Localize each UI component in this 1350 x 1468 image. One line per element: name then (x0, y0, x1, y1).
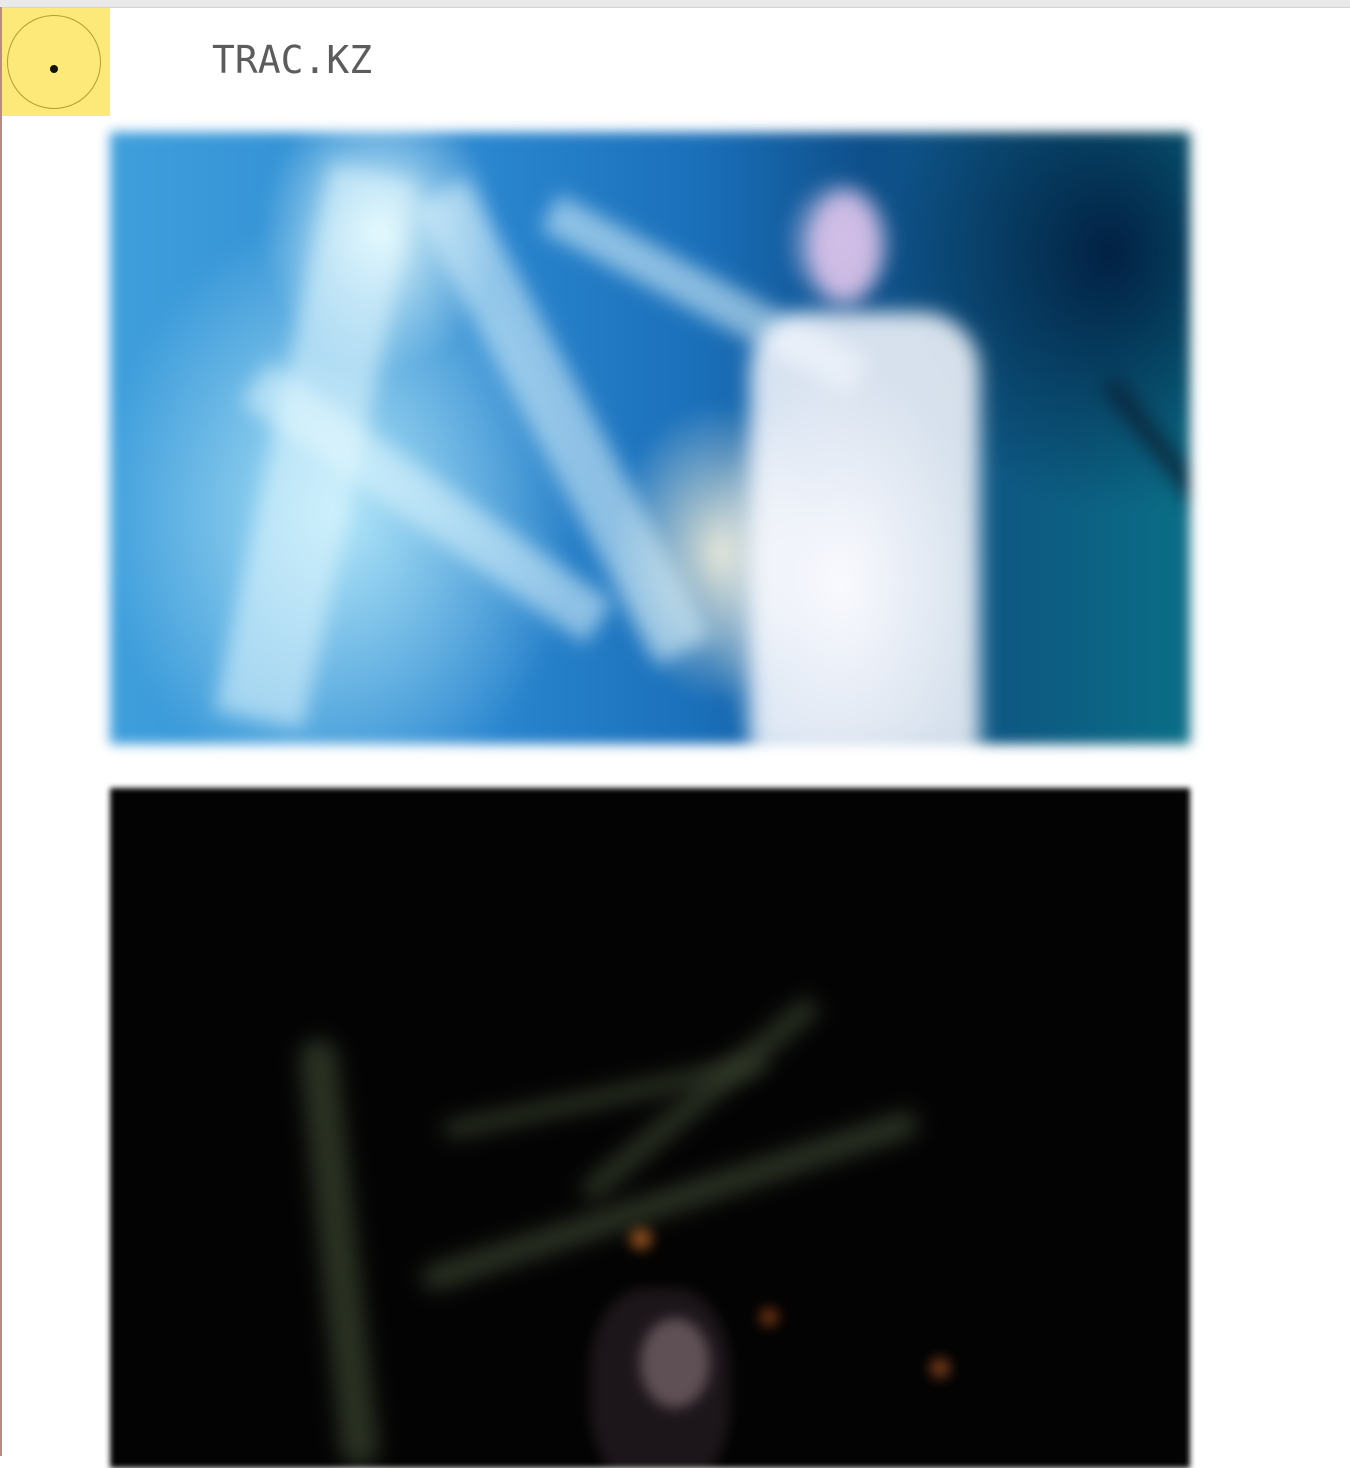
warm-light (630, 1228, 652, 1250)
menu-ring-icon (7, 15, 101, 109)
performer-figure (750, 312, 980, 744)
menu-button[interactable] (2, 8, 110, 116)
feed-photo-concert[interactable] (110, 132, 1190, 744)
browser-top-edge (0, 0, 1350, 8)
window-left-edge (0, 7, 2, 1456)
performer-head (810, 192, 880, 302)
feed-photo-night[interactable] (110, 788, 1190, 1468)
tree-trunk (297, 1037, 381, 1468)
warm-light (930, 1358, 950, 1378)
figure-silhouette (590, 1288, 730, 1468)
microphone-stand (1101, 376, 1190, 687)
photo-feed (110, 132, 1190, 1468)
warm-light (760, 1308, 778, 1326)
site-title-link[interactable]: TRAC.KZ (212, 36, 372, 84)
menu-dot-icon (50, 65, 58, 73)
